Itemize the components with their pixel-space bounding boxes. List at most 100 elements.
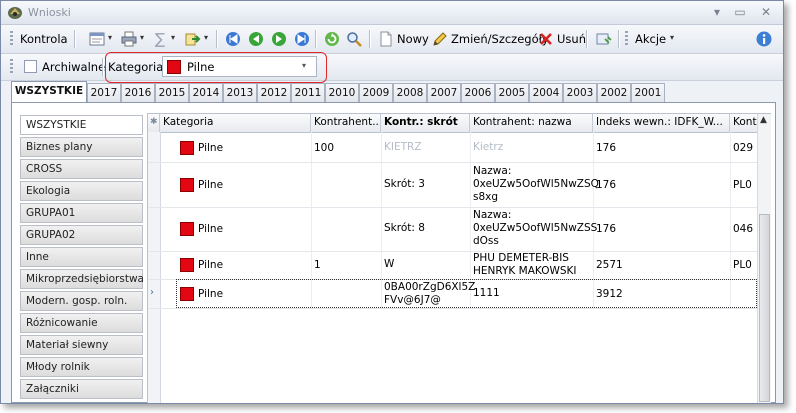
attachment-icon[interactable] — [596, 31, 612, 47]
nowy-button[interactable]: Nowy — [397, 32, 429, 46]
sidebar-item[interactable]: GRUPA01 — [20, 203, 143, 223]
column-header[interactable]: Kontr.: skrót — [381, 114, 470, 132]
maximize-button[interactable]: ▭ — [732, 4, 748, 20]
scrollbar-thumb[interactable] — [759, 214, 770, 402]
cell-kategoria: Pilne — [198, 179, 224, 191]
table-row[interactable]: Pilne Skrót: 3 Nazwa: 0xeUZw5OofWl5NwZSQ s8x… — [148, 162, 758, 208]
column-header[interactable]: Indeks wewn.: IDFK_W... — [593, 114, 730, 132]
nazwa-line: PHU DEMETER-BIS — [473, 252, 569, 264]
sidebar-item[interactable]: GRUPA02 — [20, 225, 143, 245]
sidebar-item[interactable]: Modern. gosp. roln. — [20, 291, 143, 311]
sidebar-item[interactable]: Inne — [20, 247, 143, 267]
next-record-icon[interactable] — [271, 31, 287, 47]
previous-record-icon[interactable] — [248, 31, 264, 47]
title-bar: Wnioski ▾ ▭ ✕ — [1, 1, 783, 25]
sidebar-item[interactable]: Załączniki — [20, 379, 143, 399]
records-grid: ✱ Kategoria Kontrahent... Kontr.: skrót Kont… — [147, 113, 771, 403]
sidebar-item[interactable]: WSZYSTKIE — [20, 115, 143, 135]
tab-2017[interactable]: 2017 — [87, 83, 121, 102]
sidebar-item[interactable]: Mikroprzedsiębiorstwa — [20, 269, 144, 289]
cell-kontr-skrot: W — [384, 258, 395, 270]
zmien-szczegoly-button[interactable]: Zmień/Szczegóły — [451, 32, 549, 46]
usun-button[interactable]: Usuń — [557, 32, 586, 46]
current-row-indicator-icon: › — [150, 287, 154, 298]
cell-kontr-skrot: Skrót: 8 — [384, 222, 425, 234]
tab-2015[interactable]: 2015 — [155, 83, 189, 102]
kategoria-label: Kategoria — [108, 60, 164, 74]
kategoria-select[interactable]: Pilne ▾ — [162, 56, 317, 77]
column-header[interactable]: Kategoria — [160, 114, 311, 132]
toolbar-grip[interactable] — [625, 31, 628, 47]
column-header[interactable]: Kontrahent... — [311, 114, 381, 132]
toolbar-grip[interactable] — [10, 31, 13, 47]
table-row[interactable]: Pilne Skrót: 8 Nazwa: 0xeUZw5OofWl5NwZSS dOs… — [148, 207, 758, 252]
column-header[interactable]: Kontrahent: nazwa — [470, 114, 593, 132]
column-header[interactable]: Kont — [730, 114, 758, 132]
tab-2009[interactable]: 2009 — [359, 83, 393, 102]
info-icon[interactable] — [756, 31, 772, 47]
chevron-down-icon[interactable]: ▾ — [140, 33, 144, 42]
sidebar-item[interactable]: Różnicowanie — [20, 313, 143, 333]
sidebar-item[interactable]: CROSS — [20, 159, 143, 179]
search-icon[interactable] — [346, 31, 362, 47]
delete-x-icon[interactable] — [538, 31, 554, 47]
category-color-swatch — [167, 60, 181, 74]
vertical-scrollbar[interactable]: ▲ — [757, 114, 771, 403]
tab-2013[interactable]: 2013 — [223, 83, 257, 102]
chevron-down-icon[interactable]: ▾ — [171, 33, 175, 42]
new-document-icon[interactable] — [378, 31, 394, 47]
wnioski-window: Wnioski ▾ ▭ ✕ Kontrola ▾ ▾ ∑ ▾ ▾ Nowy Zm… — [0, 0, 784, 404]
akcje-button[interactable]: Akcje — [635, 32, 666, 46]
sidebar-item[interactable]: Ekologia — [20, 181, 143, 201]
form-icon[interactable] — [89, 31, 105, 47]
tab-2008[interactable]: 2008 — [393, 83, 427, 102]
header-corner: ✱ — [148, 114, 160, 132]
chevron-down-icon[interactable]: ▾ — [204, 33, 208, 42]
refresh-icon[interactable] — [324, 31, 340, 47]
toolbar-separator — [102, 58, 104, 76]
chevron-down-icon[interactable]: ▾ — [302, 61, 306, 70]
pin-icon[interactable]: ▾ — [709, 4, 725, 20]
tab-2011[interactable]: 2011 — [291, 83, 325, 102]
tab-2016[interactable]: 2016 — [121, 83, 155, 102]
tab-2002[interactable]: 2002 — [597, 83, 631, 102]
tab-2001[interactable]: 2001 — [631, 83, 665, 102]
nazwa-line: Kietrz — [473, 141, 504, 153]
nazwa-line: s8xg — [473, 191, 499, 203]
cell-kontrahent: 1 — [314, 259, 321, 271]
cell-indeks: 176 — [596, 179, 617, 191]
kontrola-button[interactable]: Kontrola — [20, 32, 68, 46]
close-button[interactable]: ✕ — [758, 4, 774, 20]
tab-2005[interactable]: 2005 — [495, 83, 529, 102]
chevron-down-icon[interactable]: ▾ — [108, 33, 112, 42]
cell-kategoria: Pilne — [198, 223, 224, 235]
tab-2012[interactable]: 2012 — [257, 83, 291, 102]
nazwa-line: 0xeUZw5OofWl5NwZSS — [473, 222, 598, 234]
tab-2004[interactable]: 2004 — [529, 83, 563, 102]
tab-wszystkie[interactable]: WSZYSTKIE — [11, 81, 87, 103]
toolbar-separator — [315, 30, 317, 48]
table-row[interactable]: Pilne 1 W PHU DEMETER-BIS HENRYK MAKOWSKI 257… — [148, 251, 758, 280]
toolbar-grip[interactable] — [10, 59, 13, 75]
sidebar-item[interactable]: Materiał siewny — [20, 335, 143, 355]
table-row[interactable]: Pilne 100 KIETRZ Kietrz 176 029 — [148, 133, 758, 163]
archiwalne-checkbox[interactable] — [24, 60, 37, 73]
first-record-icon[interactable] — [225, 31, 241, 47]
sum-icon[interactable]: ∑ — [155, 31, 171, 47]
tab-2010[interactable]: 2010 — [325, 83, 359, 102]
sidebar-item[interactable]: Biznes plany — [20, 137, 143, 157]
toolbar-separator — [216, 30, 218, 48]
cell-indeks: 176 — [596, 142, 617, 154]
last-record-icon[interactable] — [294, 31, 310, 47]
scroll-up-icon[interactable]: ▲ — [760, 115, 767, 125]
tab-2003[interactable]: 2003 — [563, 83, 597, 102]
sidebar-item[interactable]: Młody rolnik — [20, 357, 143, 377]
print-icon[interactable] — [121, 31, 137, 47]
nazwa-line: Nazwa: — [473, 165, 512, 177]
tab-2014[interactable]: 2014 — [189, 83, 223, 102]
edit-pencil-icon[interactable] — [432, 31, 448, 47]
chevron-down-icon[interactable]: ▾ — [670, 33, 674, 42]
tab-2006[interactable]: 2006 — [461, 83, 495, 102]
tab-2007[interactable]: 2007 — [427, 83, 461, 102]
export-icon[interactable] — [185, 31, 201, 47]
